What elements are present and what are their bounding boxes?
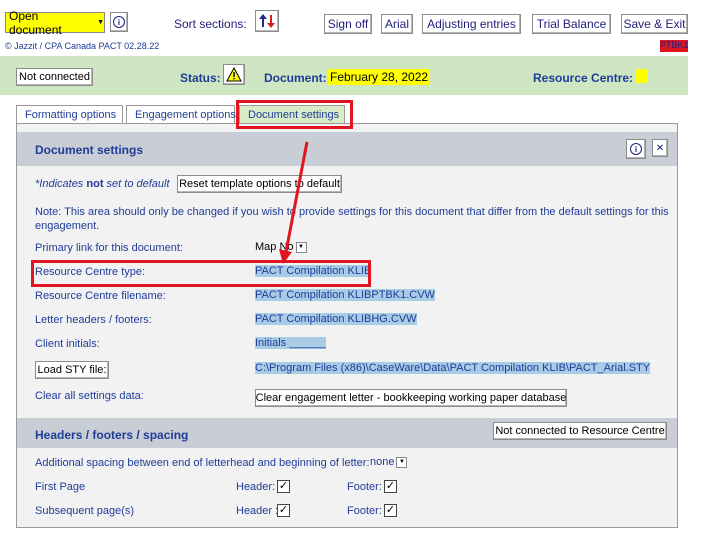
annotation-arrow xyxy=(279,141,309,264)
